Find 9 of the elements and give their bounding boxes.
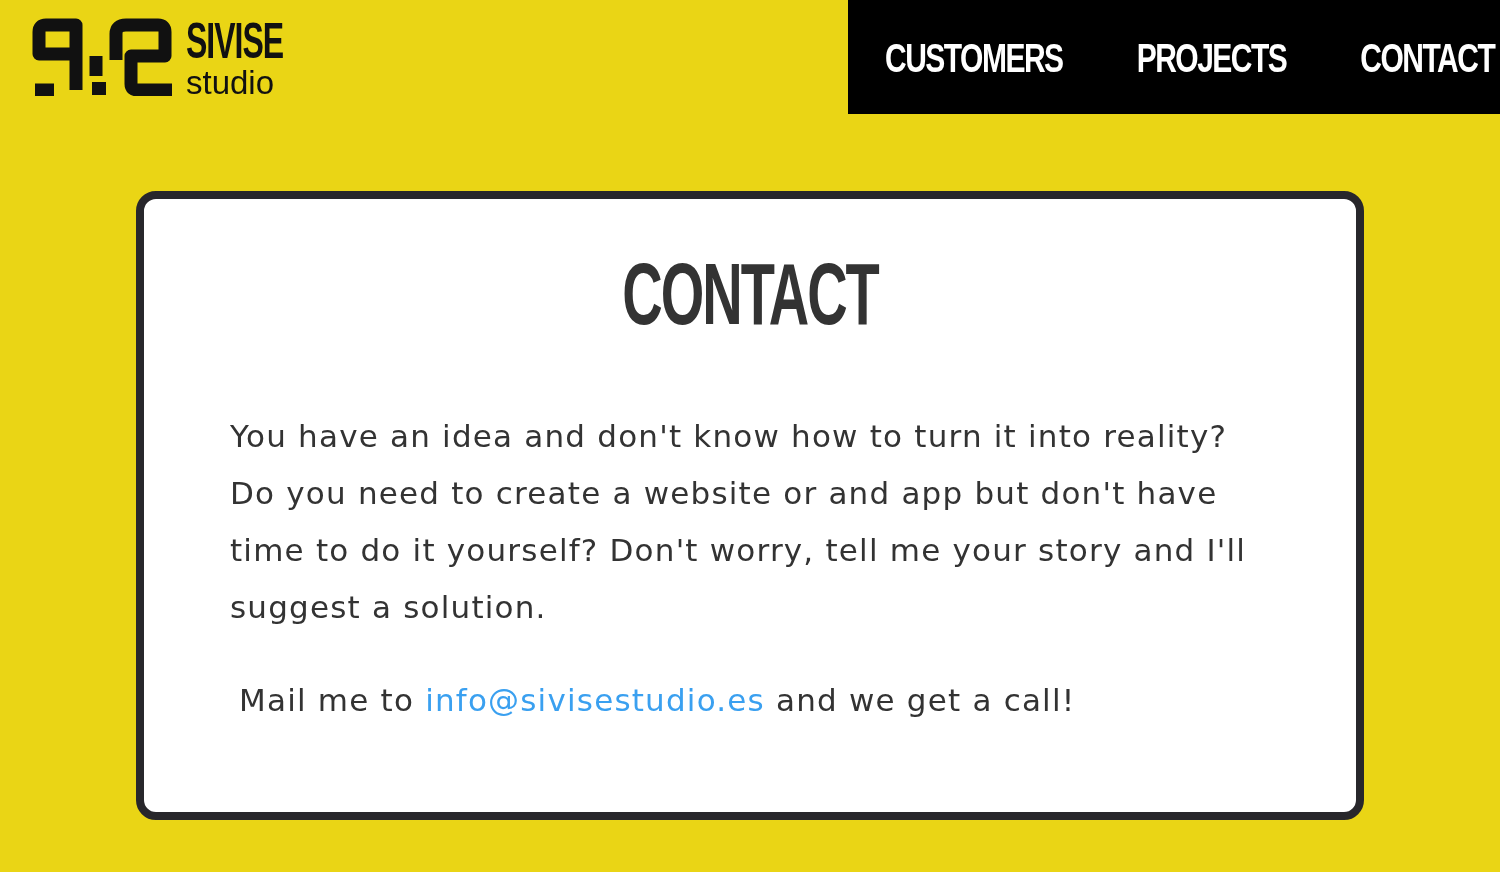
logo-tagline: studio — [186, 66, 276, 99]
nav-link[interactable]: PROJECTS — [1136, 26, 1287, 88]
logo-icon — [32, 16, 174, 96]
nav-link[interactable]: CUSTOMERS — [885, 26, 1063, 88]
contact-heading: CONTACT — [622, 251, 878, 339]
mail-sentence: Mail me to info@sivisestudio.es and we get a call! — [239, 681, 1076, 720]
logo-wordmark: SIVISE — [186, 16, 285, 66]
contact-paragraph: You have an idea and don't know how to turn it into reality? Do you need to create a website or and app but don't have time to do it yourself? Don't worry, tell me your story and I'll suggest a solution. — [230, 417, 1248, 627]
nav-link[interactable]: CONTACT — [1360, 26, 1495, 88]
